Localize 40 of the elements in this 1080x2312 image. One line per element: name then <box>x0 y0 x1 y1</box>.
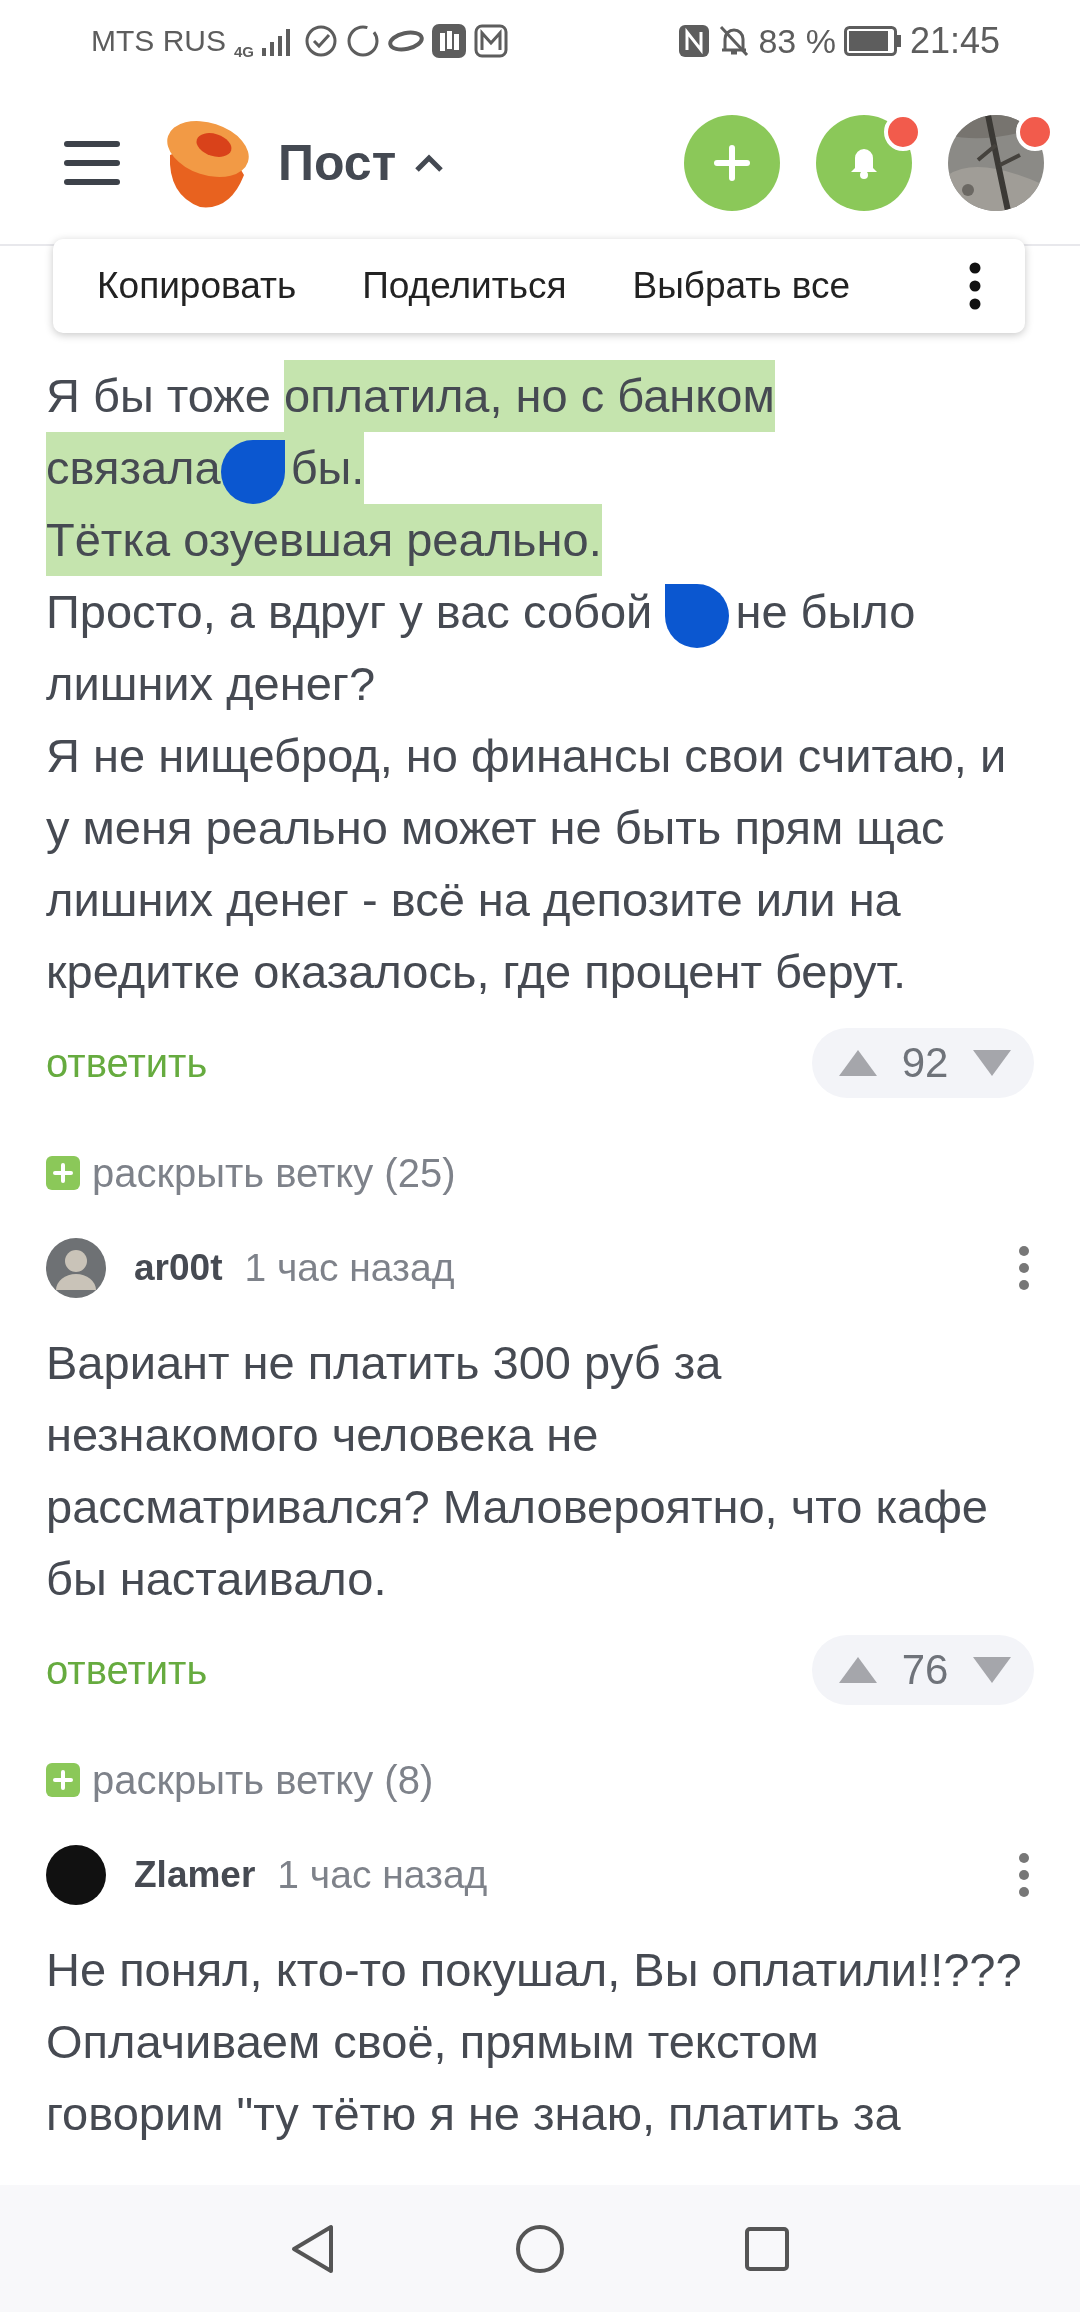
rating-count: 76 <box>900 1646 950 1694</box>
nfc-icon <box>678 24 711 58</box>
carrier-name: MTS RUS <box>91 24 226 58</box>
battery-level: 83 % <box>758 21 836 61</box>
comment-text: Вариант не платить 300 руб за незнакомого человека не рассматривался? Маловероятно, что кафе бы настаивало. <box>46 1335 989 1607</box>
menu-item[interactable]: Выбрать все <box>632 255 851 317</box>
rating-count: 92 <box>900 1039 950 1087</box>
menu-icon[interactable] <box>64 139 120 187</box>
expand-thread-button[interactable]: раскрыть ветку (8) <box>46 1755 434 1805</box>
post-title-button[interactable]: Пост <box>278 134 445 192</box>
app-icon <box>432 24 466 58</box>
oval-icon <box>388 29 424 53</box>
user-avatar[interactable] <box>46 1845 106 1905</box>
battery-icon <box>843 26 902 56</box>
comment-text: Я бы тоже оплатила, но с банком связала бы. Тётка озуевшая реально. Просто, а вдруг у вас собой не было лишних денег? Я не нищеброд, но финансы свои считаю, и у меня реально может не быть прям щас лишних денег - всё на депозите или на кредитке оказалось, где процент берут. <box>46 360 1034 1008</box>
more-options-icon[interactable] <box>969 262 981 310</box>
selection-handle[interactable] <box>220 439 285 504</box>
comment-time: 1 час назад <box>277 1853 488 1897</box>
username[interactable]: ar00t <box>134 1247 223 1289</box>
plus-icon <box>46 1156 80 1190</box>
network-type: 4G <box>234 42 254 60</box>
ring-icon <box>346 24 380 58</box>
recent-apps-button[interactable] <box>745 2226 789 2271</box>
comment-time: 1 час назад <box>244 1246 455 1290</box>
home-button[interactable] <box>515 2223 565 2274</box>
muted-bell-icon <box>718 24 751 58</box>
plus-icon <box>46 1763 80 1797</box>
check-circle-icon <box>304 24 338 58</box>
app-icon <box>474 24 508 58</box>
selection-handle[interactable] <box>665 583 730 648</box>
expand-thread-button[interactable]: раскрыть ветку (25) <box>46 1148 456 1198</box>
back-button[interactable] <box>291 2223 335 2274</box>
clock: 21:45 <box>909 20 1000 62</box>
menu-item[interactable]: Копировать <box>97 255 297 317</box>
bell-icon <box>849 147 879 179</box>
caret-icon <box>414 153 445 173</box>
plus-icon <box>712 143 752 183</box>
comment-text: Не понял, кто-то покушал, Вы оплатили!!??? Оплачиваем своё, прямым текстом говорим "ту тётю я не знаю, платить за <box>46 1942 1023 2142</box>
menu-item[interactable]: Поделиться <box>362 255 567 317</box>
username[interactable]: Zlamer <box>134 1854 256 1896</box>
